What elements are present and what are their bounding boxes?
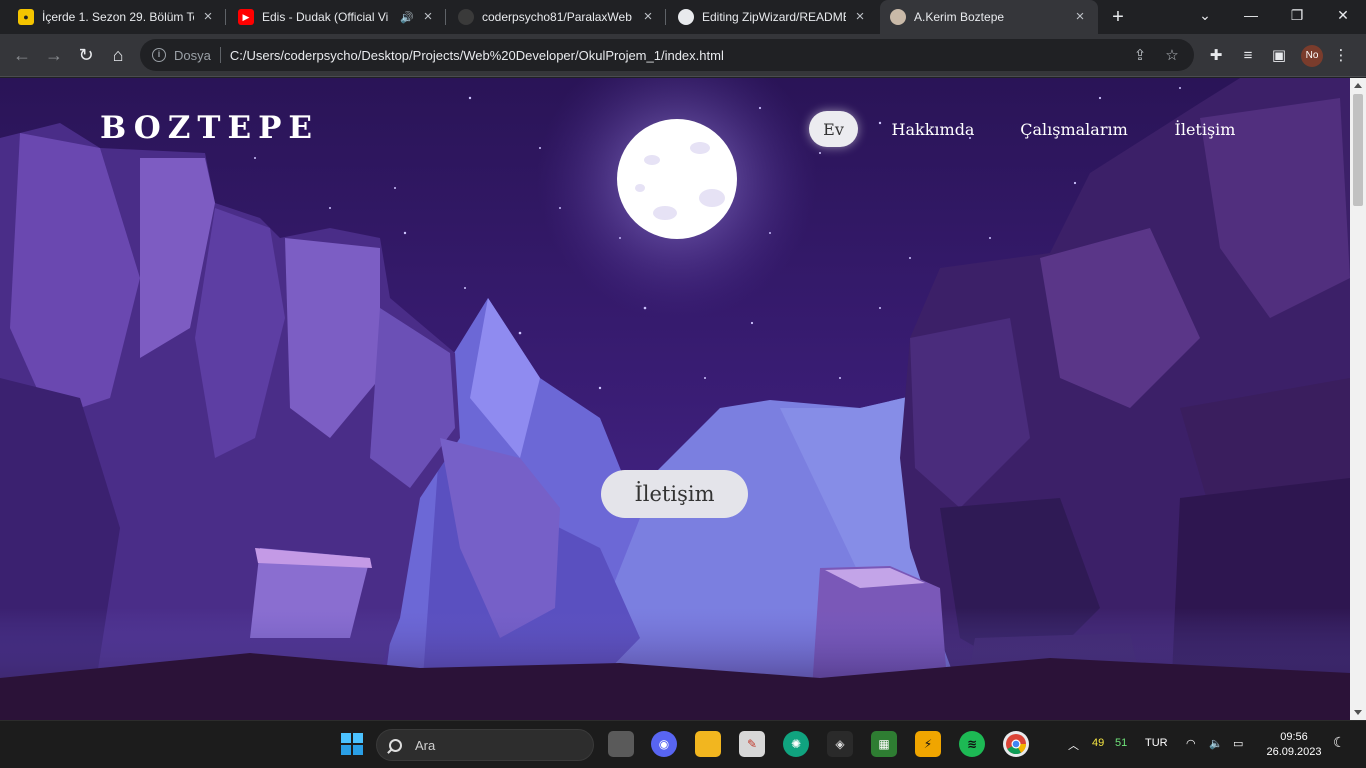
address-bar[interactable]: i Dosya C:/Users/coderpsycho/Desktop/Pro… (140, 39, 1194, 71)
tab-title: coderpsycho81/ParalaxWeb (482, 10, 632, 24)
notifications-moon-icon[interactable]: ☾ (1333, 734, 1346, 751)
reload-icon[interactable]: ↻ (74, 43, 98, 67)
nav-link-calismalarim[interactable]: Çalışmalarım (1012, 111, 1136, 147)
media-controls-icon[interactable]: ≡ (1237, 45, 1259, 67)
tab-boztepe[interactable]: A.Kerim Boztepe × (880, 0, 1098, 34)
unity-icon[interactable]: ◈ (827, 731, 853, 757)
tab-title: İçerde 1. Sezon 29. Bölüm Te (42, 10, 194, 24)
side-panel-icon[interactable]: ▣ (1268, 45, 1290, 67)
info-icon[interactable]: i (152, 48, 166, 62)
volume-icon[interactable]: 🔈 (1209, 737, 1223, 750)
bookmark-star-icon[interactable]: ☆ (1162, 46, 1182, 64)
youtube-icon: ▶ (238, 9, 254, 25)
chrome-taskbar-icon[interactable] (1003, 731, 1029, 757)
streaming-icon: ● (18, 9, 34, 25)
close-window-icon[interactable]: ✕ (1320, 0, 1366, 34)
scroll-down-arrow-icon[interactable] (1354, 710, 1362, 715)
nav-link-ev[interactable]: Ev (809, 111, 858, 147)
taskbar-clock[interactable]: 09:56 26.09.2023 (1262, 730, 1326, 760)
close-tab-icon[interactable]: × (852, 9, 868, 25)
site-logo[interactable]: BOZTEPE (100, 110, 319, 146)
share-icon[interactable]: ⇪ (1130, 46, 1150, 64)
tray-temp-gpu: 51 (1115, 737, 1128, 749)
github-icon (678, 9, 694, 25)
url-text[interactable]: C:/Users/coderpsycho/Desktop/Projects/We… (230, 48, 1130, 63)
nav-link-iletisim[interactable]: İletişim (1166, 111, 1244, 147)
grid-app-icon[interactable]: ▦ (871, 731, 897, 757)
new-tab-button[interactable]: + (1108, 7, 1128, 27)
clock-date: 26.09.2023 (1266, 746, 1322, 758)
tab-strip: ● İçerde 1. Sezon 29. Bölüm Te × ▶ Edis … (0, 0, 1366, 34)
windows-taskbar: Ara ◉ ✎ ✺ ◈ ▦ ⚡ ≋ ︿ 49 51 TUR ◠ 🔈 ▭ 09:5… (0, 720, 1366, 768)
extensions-icon[interactable]: ✚ (1205, 45, 1227, 67)
restore-icon[interactable]: ❐ (1274, 0, 1320, 34)
github-icon (458, 9, 474, 25)
chatgpt-icon[interactable]: ✺ (783, 731, 809, 757)
contact-cta-button[interactable]: İletişim (601, 470, 748, 518)
tab-search-icon[interactable]: ⌄ (1182, 0, 1228, 34)
audio-playing-icon[interactable]: 🔊 (400, 11, 414, 24)
chrome-menu-icon[interactable]: ⋮ (1330, 45, 1352, 67)
back-icon[interactable]: ← (10, 43, 34, 67)
browser-toolbar: ← → ↻ ⌂ i Dosya C:/Users/coderpsycho/Des… (0, 34, 1366, 77)
fork-app-icon[interactable]: ⚡ (915, 731, 941, 757)
tab-edis-dudak[interactable]: ▶ Edis - Dudak (Official Vi 🔊 × (228, 0, 446, 34)
mountain-night-background (0, 78, 1350, 720)
battery-icon[interactable]: ▭ (1233, 737, 1243, 750)
tray-overflow-icon[interactable]: ︿ (1068, 737, 1079, 753)
close-tab-icon[interactable]: × (200, 9, 216, 25)
profile-avatar[interactable]: No (1301, 45, 1323, 67)
spotify-icon[interactable]: ≋ (959, 731, 985, 757)
clock-time: 09:56 (1280, 731, 1308, 743)
tab-title: A.Kerim Boztepe (914, 10, 1005, 24)
tab-title: Edis - Dudak (Official Vi (262, 10, 389, 24)
windows-start-icon[interactable] (339, 731, 365, 757)
home-icon[interactable]: ⌂ (106, 43, 130, 67)
wifi-icon[interactable]: ◠ (1186, 737, 1196, 750)
paint-app-icon[interactable]: ✎ (739, 731, 765, 757)
tab-paralaxweb[interactable]: coderpsycho81/ParalaxWeb × (448, 0, 666, 34)
moon (617, 119, 737, 239)
tab-separator (665, 9, 666, 25)
scroll-up-arrow-icon[interactable] (1354, 83, 1362, 88)
scroll-thumb[interactable] (1353, 94, 1363, 206)
search-icon (389, 738, 402, 752)
close-tab-icon[interactable]: × (420, 9, 436, 25)
tray-temp-cpu: 49 (1092, 737, 1105, 749)
minimize-icon[interactable]: — (1228, 0, 1274, 34)
tab-icerde[interactable]: ● İçerde 1. Sezon 29. Bölüm Te × (8, 0, 226, 34)
task-view-icon[interactable] (608, 731, 634, 757)
avatar-icon (890, 9, 906, 25)
taskbar-search[interactable]: Ara (376, 729, 594, 761)
nav-link-hakkimda[interactable]: Hakkımda (885, 111, 981, 147)
forward-icon[interactable]: → (42, 43, 66, 67)
tab-separator (445, 9, 446, 25)
close-tab-icon[interactable]: × (640, 9, 656, 25)
search-label: Ara (415, 737, 436, 753)
tab-zipwizard-readme[interactable]: Editing ZipWizard/README. × (668, 0, 878, 34)
language-indicator[interactable]: TUR (1145, 737, 1168, 749)
close-tab-icon[interactable]: × (1072, 9, 1088, 25)
page-scrollbar[interactable] (1350, 78, 1366, 720)
security-label: Dosya (174, 47, 211, 63)
file-explorer-icon[interactable] (695, 731, 721, 757)
omnibox-divider (219, 47, 221, 63)
tab-title: Editing ZipWizard/README. (702, 10, 846, 24)
tab-separator (225, 9, 226, 25)
discord-icon[interactable]: ◉ (651, 731, 677, 757)
page-viewport: BOZTEPE Ev Hakkımda Çalışmalarım İletişi… (0, 78, 1350, 720)
